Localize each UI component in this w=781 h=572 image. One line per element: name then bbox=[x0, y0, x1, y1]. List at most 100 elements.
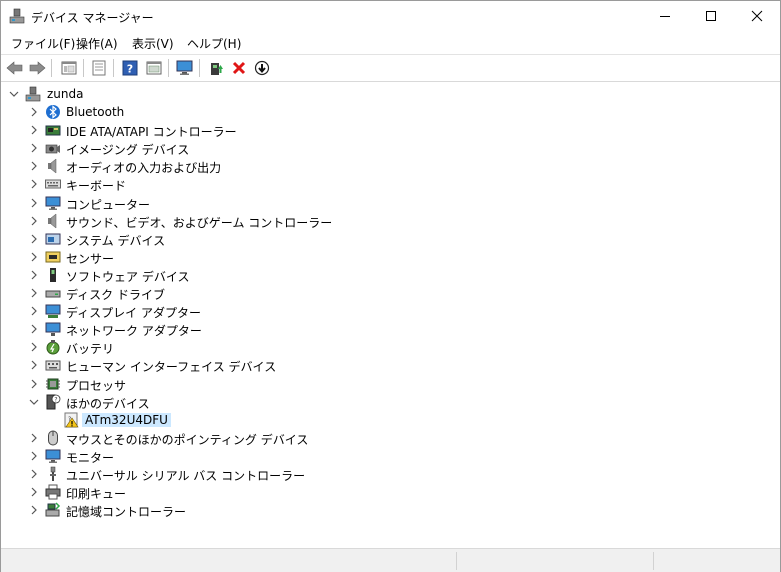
forward-icon bbox=[29, 61, 46, 75]
chevron-right-icon[interactable] bbox=[29, 107, 39, 117]
ide-controller-icon bbox=[45, 125, 61, 136]
sensor-icon bbox=[45, 251, 61, 263]
tree-category-item[interactable]: モニター bbox=[29, 447, 429, 465]
menu-file[interactable]: ファイル(F) bbox=[11, 35, 75, 52]
chevron-right-icon[interactable] bbox=[29, 234, 39, 244]
tree-category-label: IDE ATA/ATAPI コントローラー bbox=[66, 125, 237, 140]
chevron-right-icon[interactable] bbox=[29, 469, 39, 479]
menu-help[interactable]: ヘルプ(H) bbox=[187, 35, 241, 52]
tree-category-item[interactable]: ソフトウェア デバイス bbox=[29, 266, 429, 284]
tree-category-label: 記憶域コントローラー bbox=[66, 505, 187, 520]
chevron-right-icon[interactable] bbox=[29, 379, 39, 389]
tree-category-item[interactable]: プロセッサ bbox=[29, 375, 429, 393]
tree-category-item[interactable]: オーディオの入力および出力 bbox=[29, 157, 429, 175]
chevron-right-icon[interactable] bbox=[29, 288, 39, 298]
minimize-button[interactable] bbox=[642, 1, 688, 31]
close-icon bbox=[751, 10, 763, 22]
tree-category-label: ほかのデバイス bbox=[66, 396, 150, 411]
help-button[interactable]: ? bbox=[120, 58, 140, 78]
tree-category-label: ネットワーク アダプター bbox=[66, 324, 202, 339]
view-button[interactable] bbox=[144, 58, 164, 78]
system-device-icon bbox=[45, 233, 61, 245]
chevron-right-icon[interactable] bbox=[29, 324, 39, 334]
menu-view[interactable]: 表示(V) bbox=[132, 35, 174, 52]
tree-root[interactable]: zunda bbox=[9, 85, 209, 103]
back-button[interactable] bbox=[5, 58, 25, 78]
chevron-down-icon[interactable] bbox=[9, 89, 19, 99]
chevron-right-icon[interactable] bbox=[29, 198, 39, 208]
menu-action[interactable]: 操作(A) bbox=[76, 35, 118, 52]
tree-category-item[interactable]: システム デバイス bbox=[29, 230, 429, 248]
tree-category-label: ソフトウェア デバイス bbox=[66, 269, 190, 284]
forward-button[interactable] bbox=[27, 58, 47, 78]
chevron-right-icon[interactable] bbox=[29, 270, 39, 280]
tree-category-item[interactable]: バッテリ bbox=[29, 338, 429, 356]
chevron-right-icon[interactable] bbox=[29, 125, 39, 135]
tree-category-item[interactable]: ディスプレイ アダプター bbox=[29, 302, 429, 320]
tree-category-label: バッテリ bbox=[66, 342, 115, 357]
status-pane bbox=[456, 552, 652, 570]
tree-category-item[interactable]: 印刷キュー bbox=[29, 483, 429, 501]
computer-root-icon bbox=[25, 86, 41, 102]
tree-category-item[interactable]: ネットワーク アダプター bbox=[29, 320, 429, 338]
update-driver-button[interactable] bbox=[206, 58, 226, 78]
tree-category-item[interactable]: マウスとそのほかのポインティング デバイス bbox=[29, 429, 429, 447]
toolbar-separator bbox=[113, 59, 114, 77]
chevron-down-icon[interactable] bbox=[29, 397, 39, 407]
chevron-right-icon[interactable] bbox=[29, 505, 39, 515]
chevron-right-icon[interactable] bbox=[29, 360, 39, 370]
tree-category-item[interactable]: キーボード bbox=[29, 175, 429, 193]
show-hide-tree-button[interactable] bbox=[59, 58, 79, 78]
chevron-right-icon[interactable] bbox=[29, 161, 39, 171]
tree-root-label: zunda bbox=[47, 87, 84, 101]
tree-category-label: センサー bbox=[66, 251, 115, 266]
update-driver-icon bbox=[211, 63, 223, 75]
tree-category-label: 印刷キュー bbox=[66, 487, 127, 502]
window-title: デバイス マネージャー bbox=[31, 11, 154, 25]
tree-category-item[interactable]: サウンド、ビデオ、およびゲーム コントローラー bbox=[29, 212, 429, 230]
menu-bar: ファイル(F) 操作(A) 表示(V) ヘルプ(H) bbox=[1, 32, 780, 52]
chevron-right-icon[interactable] bbox=[29, 342, 39, 352]
tree-category-item[interactable]: 記憶域コントローラー bbox=[29, 501, 429, 519]
tree-category-label: ヒューマン インターフェイス デバイス bbox=[66, 360, 277, 375]
chevron-right-icon[interactable] bbox=[29, 487, 39, 497]
maximize-icon bbox=[706, 11, 716, 21]
tree-category-item[interactable]: ユニバーサル シリアル バス コントローラー bbox=[29, 465, 429, 483]
uninstall-button[interactable] bbox=[229, 58, 249, 78]
battery-icon bbox=[46, 340, 60, 355]
chevron-right-icon[interactable] bbox=[29, 143, 39, 153]
speaker-icon bbox=[48, 158, 57, 174]
tree-category-item[interactable]: ヒューマン インターフェイス デバイス bbox=[29, 356, 429, 374]
chevron-right-icon[interactable] bbox=[29, 216, 39, 226]
tree-category-item[interactable]: センサー bbox=[29, 248, 429, 266]
tree-device-label: ATm32U4DFU bbox=[82, 412, 171, 427]
chevron-right-icon[interactable] bbox=[29, 306, 39, 316]
maximize-button[interactable] bbox=[688, 1, 734, 31]
disable-device-button[interactable] bbox=[252, 58, 272, 78]
tree-category-item[interactable]: イメージング デバイス bbox=[29, 139, 429, 157]
tree-category-item[interactable]: コンピューター bbox=[29, 194, 429, 212]
disk-drive-icon bbox=[45, 290, 61, 298]
view-icon bbox=[146, 61, 162, 75]
tree-category-item[interactable]: IDE ATA/ATAPI コントローラー bbox=[29, 121, 429, 139]
tree-device-item[interactable]: ? ATm32U4DFU bbox=[63, 411, 363, 429]
chevron-right-icon[interactable] bbox=[29, 179, 39, 189]
tree-category-item[interactable]: ? ほかのデバイス bbox=[29, 393, 429, 411]
chevron-right-icon[interactable] bbox=[29, 451, 39, 461]
tree-category-label: プロセッサ bbox=[66, 378, 127, 393]
camera-icon bbox=[45, 144, 60, 154]
close-button[interactable] bbox=[734, 1, 780, 31]
tree-category-item[interactable]: ディスク ドライブ bbox=[29, 284, 429, 302]
scan-hardware-button[interactable] bbox=[175, 58, 195, 78]
tree-category-item[interactable]: Bluetooth bbox=[29, 103, 429, 121]
tree-category-label: キーボード bbox=[66, 179, 127, 194]
properties-button[interactable] bbox=[89, 58, 109, 78]
tree-category-label: モニター bbox=[66, 450, 115, 465]
title-bar: デバイス マネージャー bbox=[1, 1, 780, 31]
status-pane bbox=[653, 552, 779, 570]
chevron-right-icon[interactable] bbox=[29, 252, 39, 262]
chevron-right-icon[interactable] bbox=[29, 433, 39, 443]
tree-category-label: サウンド、ビデオ、およびゲーム コントローラー bbox=[66, 215, 333, 230]
display-adapter-icon bbox=[45, 304, 61, 319]
back-icon bbox=[6, 61, 23, 75]
